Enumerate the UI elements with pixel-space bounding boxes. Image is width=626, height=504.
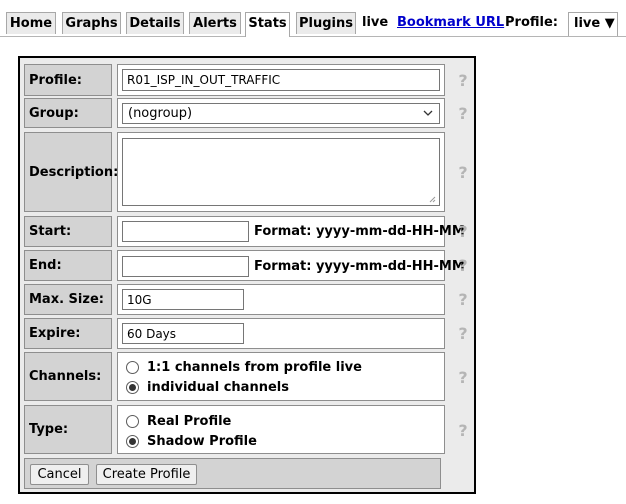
group-label: Group: bbox=[24, 98, 112, 128]
profile-label: Profile: bbox=[24, 64, 112, 96]
expire-input[interactable] bbox=[122, 323, 244, 344]
tab-details[interactable]: Details bbox=[126, 12, 184, 34]
start-label: Start: bbox=[24, 216, 112, 247]
start-field-cell: Format: yyyy-mm-dd-HH-MM bbox=[117, 216, 465, 247]
help-question-icon[interactable]: ? bbox=[456, 291, 470, 307]
end-label: End: bbox=[24, 250, 112, 281]
expire-label: Expire: bbox=[24, 318, 112, 349]
svg-text:?: ? bbox=[458, 105, 467, 121]
start-date-input[interactable] bbox=[122, 221, 249, 242]
channels-label: Channels: bbox=[24, 352, 112, 401]
group-field-cell: (nogroup) bbox=[117, 98, 445, 128]
profile-label: Profile: bbox=[505, 15, 558, 30]
current-profile-text: live bbox=[362, 15, 389, 30]
type-label: Type: bbox=[24, 405, 112, 454]
svg-text:?: ? bbox=[458, 72, 467, 88]
svg-text:?: ? bbox=[458, 257, 467, 273]
type-option-label: Shadow Profile bbox=[147, 433, 257, 449]
channels-option-individual[interactable]: individual channels bbox=[126, 378, 289, 396]
svg-text:?: ? bbox=[458, 325, 467, 341]
tab-stats[interactable]: Stats bbox=[245, 12, 290, 37]
chevron-down-icon bbox=[423, 110, 433, 116]
tab-plugins[interactable]: Plugins bbox=[296, 12, 356, 34]
description-label: Description: bbox=[24, 132, 118, 212]
help-question-icon[interactable]: ? bbox=[456, 72, 470, 88]
channels-option-label: individual channels bbox=[147, 379, 289, 395]
top-navigation-bar: Home Graphs Details Alerts Stats Plugins… bbox=[0, 0, 626, 37]
svg-text:?: ? bbox=[458, 291, 467, 307]
profile-field-cell bbox=[117, 64, 445, 96]
expire-field-cell bbox=[117, 318, 445, 349]
type-option-real[interactable]: Real Profile bbox=[126, 412, 231, 430]
radio-unchecked-icon[interactable] bbox=[126, 360, 139, 374]
radio-checked-icon[interactable] bbox=[126, 434, 139, 448]
end-field-cell: Format: yyyy-mm-dd-HH-MM bbox=[117, 250, 465, 281]
svg-text:?: ? bbox=[458, 223, 467, 239]
cancel-button[interactable]: Cancel bbox=[30, 464, 89, 485]
channels-field-cell: 1:1 channels from profile live individua… bbox=[117, 352, 445, 401]
channels-option-one-to-one[interactable]: 1:1 channels from profile live bbox=[126, 358, 362, 376]
type-field-cell: Real Profile Shadow Profile bbox=[117, 405, 445, 454]
radio-checked-icon[interactable] bbox=[126, 380, 139, 394]
description-textarea[interactable] bbox=[122, 138, 440, 206]
tab-graphs[interactable]: Graphs bbox=[62, 12, 121, 34]
help-question-icon[interactable]: ? bbox=[456, 223, 470, 239]
group-select-value: (nogroup) bbox=[128, 106, 193, 121]
help-question-icon[interactable]: ? bbox=[456, 422, 470, 438]
form-button-bar: Cancel Create Profile bbox=[24, 458, 441, 489]
help-question-icon[interactable]: ? bbox=[456, 257, 470, 273]
max-size-field-cell bbox=[117, 284, 445, 315]
end-format-hint: Format: yyyy-mm-dd-HH-MM bbox=[254, 259, 465, 274]
description-field-cell bbox=[117, 132, 445, 212]
profile-select[interactable]: live ▼ bbox=[568, 12, 618, 36]
channels-option-label: 1:1 channels from profile live bbox=[147, 359, 362, 375]
max-size-input[interactable] bbox=[122, 289, 244, 310]
profile-name-input[interactable] bbox=[122, 69, 440, 91]
tab-home[interactable]: Home bbox=[6, 12, 56, 34]
start-format-hint: Format: yyyy-mm-dd-HH-MM bbox=[254, 224, 465, 239]
help-question-icon[interactable]: ? bbox=[456, 369, 470, 385]
radio-unchecked-icon[interactable] bbox=[126, 414, 139, 428]
group-select[interactable]: (nogroup) bbox=[122, 103, 440, 124]
svg-text:?: ? bbox=[458, 422, 467, 438]
bookmark-url-link[interactable]: Bookmark URL bbox=[397, 15, 504, 31]
resize-grip-icon[interactable] bbox=[428, 195, 436, 203]
help-question-icon[interactable]: ? bbox=[456, 325, 470, 341]
help-question-icon[interactable]: ? bbox=[456, 164, 470, 180]
help-question-icon[interactable]: ? bbox=[456, 105, 470, 121]
type-option-label: Real Profile bbox=[147, 413, 232, 429]
tab-alerts[interactable]: Alerts bbox=[189, 12, 241, 34]
type-option-shadow[interactable]: Shadow Profile bbox=[126, 432, 257, 450]
create-profile-button[interactable]: Create Profile bbox=[96, 464, 197, 485]
max-size-label: Max. Size: bbox=[24, 284, 112, 315]
svg-text:?: ? bbox=[458, 164, 467, 180]
svg-text:?: ? bbox=[458, 369, 467, 385]
end-date-input[interactable] bbox=[122, 256, 249, 277]
new-profile-form: Profile: ? Group: (nogroup) ? Descriptio… bbox=[18, 56, 476, 494]
